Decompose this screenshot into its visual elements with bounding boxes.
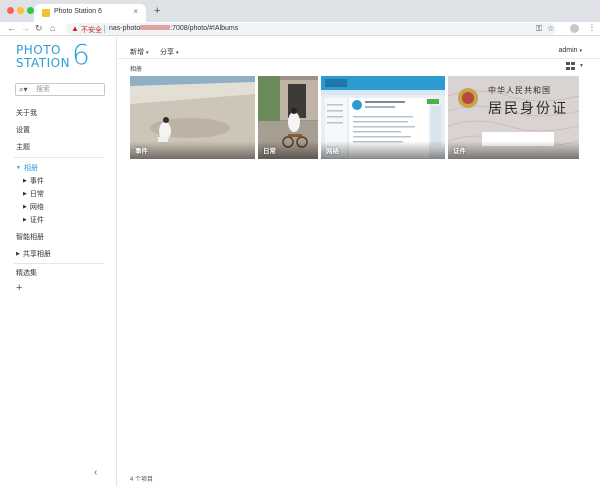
sidebar-item-label: 证件 <box>29 217 44 224</box>
header-divider <box>118 58 600 59</box>
back-arrow-icon[interactable]: ← <box>7 23 16 33</box>
search-box[interactable]: ⌕▾ <box>15 83 105 96</box>
card-shade <box>130 141 255 159</box>
collapse-sidebar-icon[interactable]: ‹ <box>94 467 97 478</box>
album-card-network[interactable]: 网络 <box>321 76 445 159</box>
close-tab-icon[interactable]: × <box>133 7 138 16</box>
album-label: 网络 <box>326 148 339 155</box>
sidebar-item-shared-albums[interactable]: ▶ 共享相册 <box>16 249 51 259</box>
maximize-window-button[interactable] <box>27 7 34 14</box>
star-icon[interactable]: ☆ <box>547 24 554 33</box>
sidebar-item-documents[interactable]: ▶ 证件 <box>23 215 44 225</box>
sidebar-item-featured[interactable]: 精选集 <box>16 268 37 278</box>
add-icon[interactable]: + <box>16 282 22 294</box>
url-prefix: nas-photo <box>109 25 141 32</box>
home-icon[interactable]: ⌂ <box>50 23 55 33</box>
search-icon[interactable]: ⌕▾ <box>19 85 28 95</box>
share-menu[interactable]: 分享 ▾ <box>160 47 178 57</box>
album-card-events[interactable]: 事件 <box>130 76 255 159</box>
url-text[interactable]: nas-photo :7008/photo/#!Albums <box>109 25 238 32</box>
sidebar-item-label: 事件 <box>29 178 44 185</box>
sidebar-item-label: 日常 <box>29 191 44 198</box>
photo-station-favicon-icon <box>42 9 50 17</box>
search-input[interactable] <box>36 85 101 94</box>
reload-icon[interactable]: ↻ <box>35 23 43 34</box>
album-label: 事件 <box>135 148 148 155</box>
breadcrumb: 相册 <box>130 67 143 73</box>
user-menu[interactable]: admin ▾ <box>558 47 582 54</box>
security-label[interactable]: 不安全 <box>81 25 102 35</box>
sidebar-divider <box>14 263 104 264</box>
item-count: 4 个项目 <box>130 477 154 483</box>
chevron-down-icon: ▾ <box>579 48 582 54</box>
close-window-button[interactable] <box>7 7 14 14</box>
album-label: 证件 <box>453 148 466 155</box>
sidebar-item-settings[interactable]: 设置 <box>16 125 30 135</box>
sidebar-item-about[interactable]: 关于我 <box>16 108 37 118</box>
logo-line1: PHOTO <box>16 43 61 57</box>
user-name: admin <box>558 47 578 54</box>
card-shade <box>448 141 579 159</box>
sidebar-item-label: 共享相册 <box>22 251 51 258</box>
new-menu-label: 新增 <box>130 49 144 56</box>
minimize-window-button[interactable] <box>17 7 24 14</box>
sidebar-item-label: 相册 <box>23 165 38 172</box>
tab-title: Photo Station 6 <box>54 8 102 15</box>
chevron-down-icon: ▾ <box>145 50 149 56</box>
sidebar-divider <box>14 157 104 158</box>
album-card-documents[interactable]: 中华人民共和国 居民身份证 证件 <box>448 76 579 159</box>
collapsed-triangle-icon: ▶ <box>23 204 27 210</box>
id-card-subtitle: 居民身份证 <box>488 101 568 117</box>
collapsed-triangle-icon: ▶ <box>16 251 20 257</box>
logo-line2: STATION <box>16 56 71 70</box>
sidebar-item-smart-albums[interactable]: 智能相册 <box>16 232 44 242</box>
logo-version: 6 <box>72 38 90 71</box>
sidebar-item-theme[interactable]: 主题 <box>16 142 30 152</box>
sidebar-item-events[interactable]: ▶ 事件 <box>23 176 44 186</box>
album-card-daily[interactable]: 日常 <box>258 76 318 159</box>
warning-icon: ▲ <box>71 24 79 33</box>
address-bar[interactable]: ▲ 不安全 nas-photo :7008/photo/#!Albums ⚿ ☆ <box>66 23 556 35</box>
key-icon[interactable]: ⚿ <box>536 24 542 34</box>
address-separator <box>104 25 105 33</box>
url-suffix: :7008/photo/#!Albums <box>170 25 239 32</box>
browser-tab[interactable]: Photo Station 6 × <box>34 4 146 22</box>
browser-toolbar: ← → ↻ ⌂ ▲ 不安全 nas-photo :7008/photo/#!Alb… <box>0 22 600 36</box>
expanded-triangle-icon: ▼ <box>16 165 21 171</box>
chevron-down-icon[interactable]: ▼ <box>579 63 584 69</box>
profile-avatar[interactable] <box>570 24 579 33</box>
forward-arrow-icon[interactable]: → <box>21 23 30 33</box>
redacted-block <box>140 25 171 31</box>
browser-tab-bar: Photo Station 6 × + <box>0 0 600 22</box>
main-content: 新增 ▾ 分享 ▾ admin ▾ 相册 ▼ 事件 日常 网络 中华人民共和国 … <box>118 37 600 486</box>
album-label: 日常 <box>263 148 276 155</box>
photo-station-app: PHOTO STATION 6 ⌕▾ 关于我 设置 主题 ▼相册 ▶事件 ▶日常… <box>0 37 600 486</box>
sidebar: PHOTO STATION 6 ⌕▾ 关于我 设置 主题 ▼相册 ▶事件 ▶日常… <box>0 37 117 486</box>
grid-view-icon[interactable] <box>566 62 576 71</box>
sidebar-item-network[interactable]: ▶ 网络 <box>23 202 44 212</box>
chevron-down-icon: ▾ <box>175 50 179 56</box>
sidebar-item-albums[interactable]: ▼ 相册 <box>16 163 38 173</box>
collapsed-triangle-icon: ▶ <box>23 217 27 223</box>
new-tab-button[interactable]: + <box>154 5 160 17</box>
collapsed-triangle-icon: ▶ <box>23 191 27 197</box>
sidebar-item-daily[interactable]: ▶ 日常 <box>23 189 44 199</box>
id-card-title: 中华人民共和国 <box>488 86 551 95</box>
collapsed-triangle-icon: ▶ <box>23 178 27 184</box>
share-menu-label: 分享 <box>160 49 174 56</box>
new-menu[interactable]: 新增 ▾ <box>130 47 148 57</box>
menu-dots-icon[interactable]: ⋮ <box>588 23 596 32</box>
card-shade <box>321 141 445 159</box>
sidebar-item-label: 网络 <box>29 204 44 211</box>
